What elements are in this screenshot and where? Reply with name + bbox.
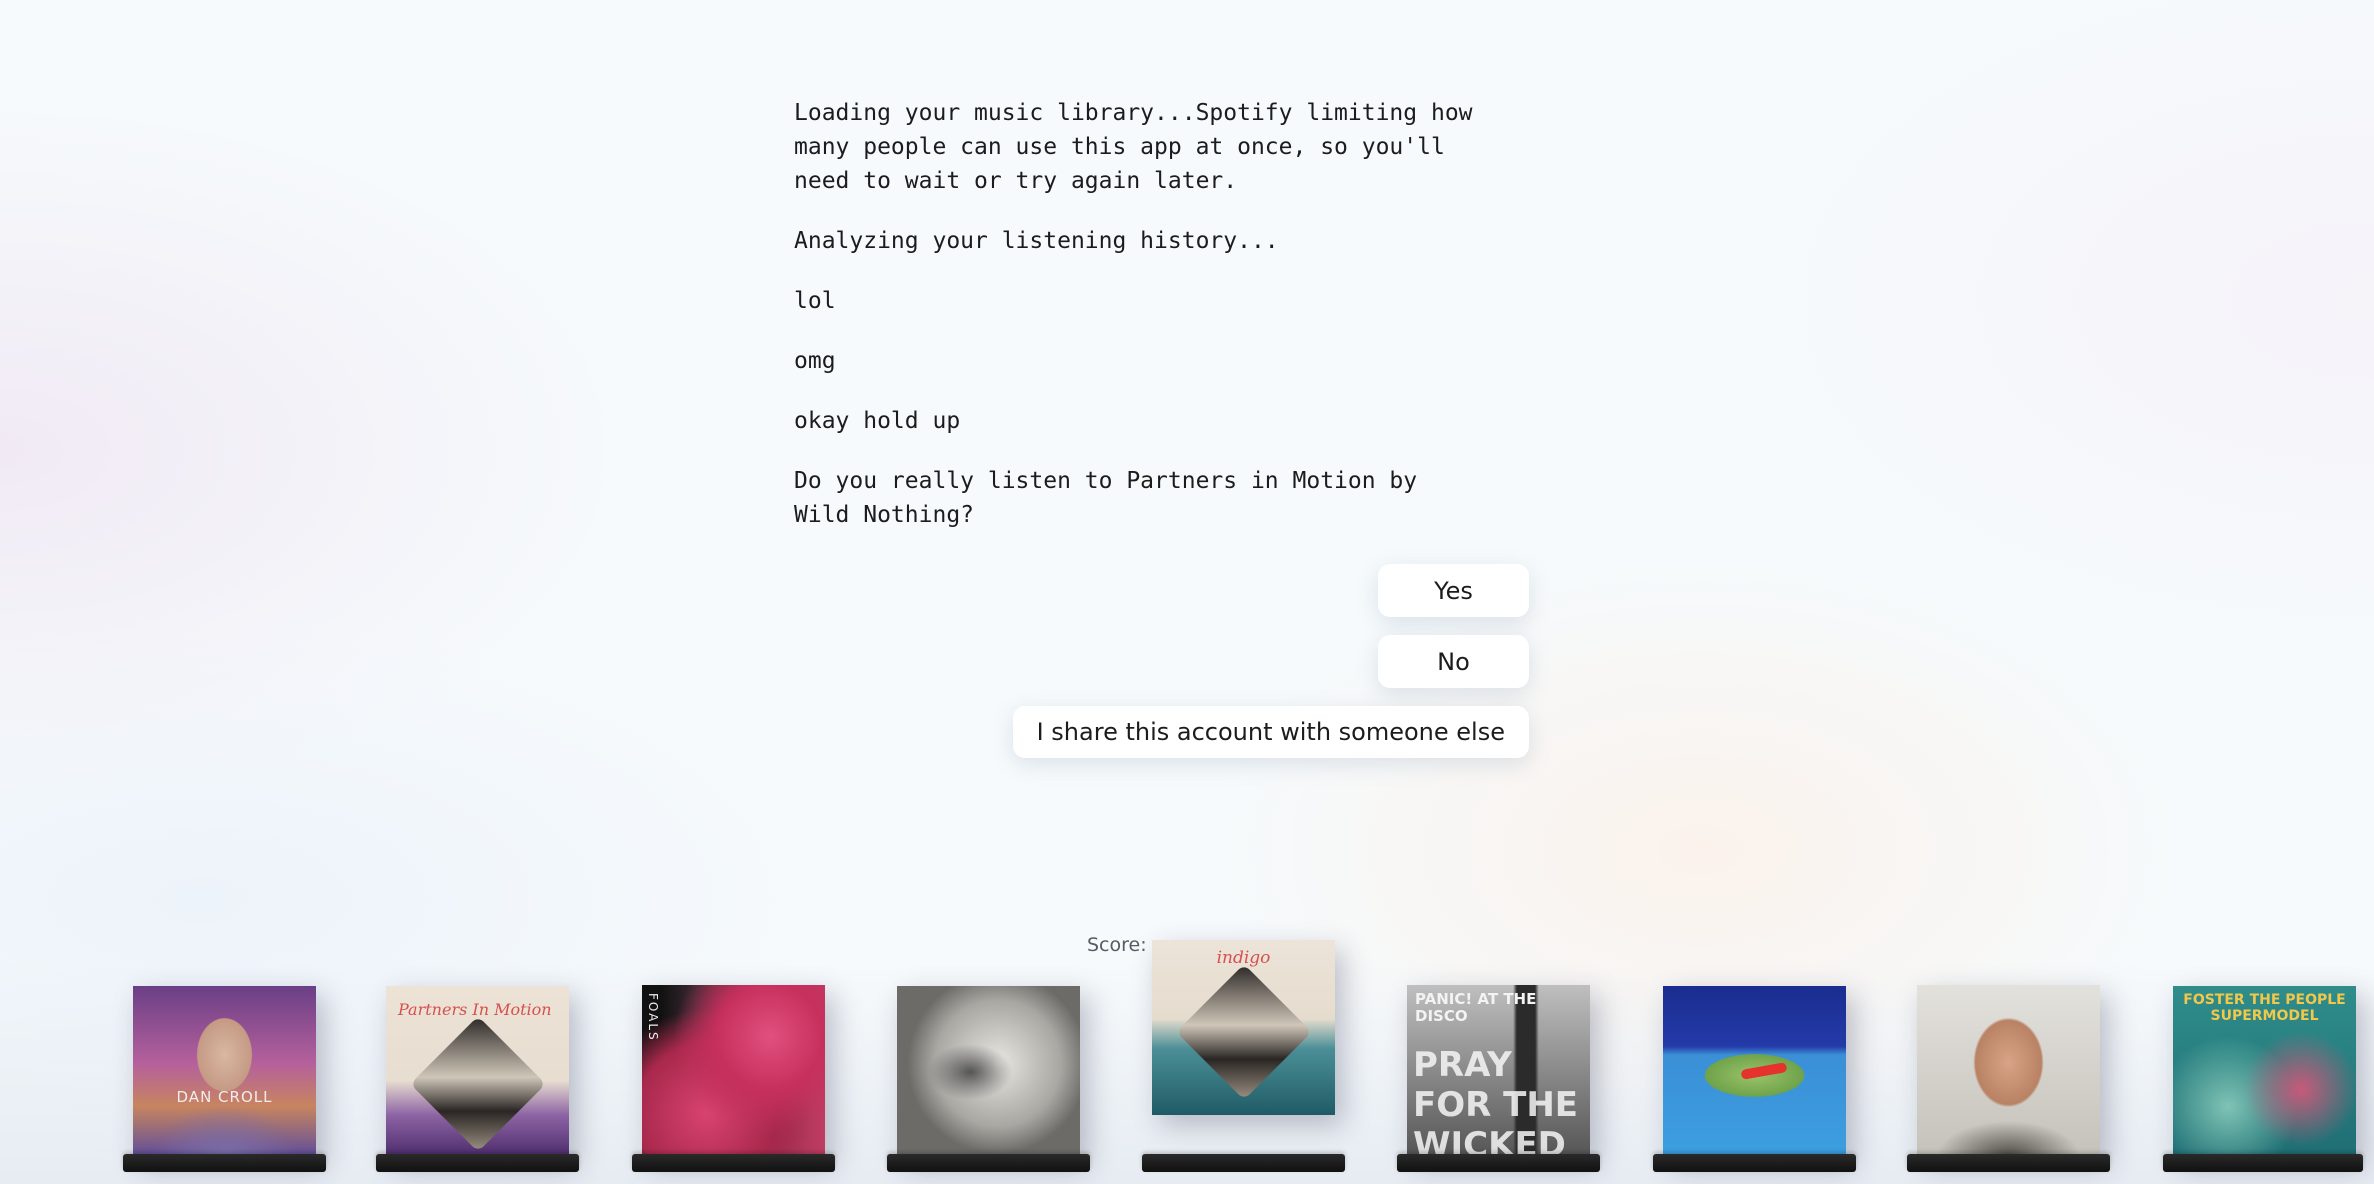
yes-button[interactable]: Yes bbox=[1378, 564, 1529, 617]
album-stand bbox=[376, 1154, 579, 1172]
album-cover-indigo[interactable]: indigo bbox=[1152, 940, 1335, 1115]
chat-message: okay hold up bbox=[794, 408, 961, 434]
chat-question: Do you really listen to Partners in Moti… bbox=[794, 468, 1431, 528]
album-cover-portrait[interactable] bbox=[1917, 985, 2100, 1157]
chat-message: lol bbox=[794, 288, 836, 314]
album-figure-graphic bbox=[1740, 1062, 1788, 1080]
album-stand bbox=[632, 1154, 835, 1172]
album-cover-text: FOALS bbox=[646, 993, 660, 1042]
score-label: Score: bbox=[1087, 934, 1147, 956]
shared-account-button[interactable]: I share this account with someone else bbox=[1012, 706, 1529, 758]
album-stand bbox=[1397, 1154, 1600, 1172]
album-cover-text: Partners In Motion bbox=[398, 1000, 552, 1019]
chat-message: Analyzing your listening history... bbox=[794, 228, 1279, 254]
chat-log: Loading your music library...Spotify lim… bbox=[794, 96, 1474, 558]
album-cover-text: PANIC! AT THE DISCO bbox=[1415, 990, 1537, 1025]
album-stand bbox=[123, 1154, 326, 1172]
album-cover-lily-pad[interactable] bbox=[1663, 986, 1846, 1158]
album-cover-text: indigo bbox=[1216, 948, 1271, 968]
album-cover-wild-nothing[interactable] bbox=[897, 986, 1080, 1158]
album-cover-partners-in-motion[interactable]: Partners In Motion bbox=[386, 986, 569, 1158]
album-stand bbox=[1653, 1154, 1856, 1172]
album-cover-text: PRAY FOR THE WICKED bbox=[1413, 1045, 1579, 1157]
album-cover-text: FOSTER THE PEOPLE SUPERMODEL bbox=[2183, 992, 2346, 1024]
album-stand bbox=[2163, 1154, 2363, 1172]
album-stand bbox=[1907, 1154, 2110, 1172]
album-stand bbox=[1142, 1154, 1345, 1172]
album-diamond-graphic bbox=[1176, 964, 1312, 1100]
album-cover-supermodel[interactable]: FOSTER THE PEOPLE SUPERMODEL bbox=[2173, 986, 2356, 1158]
album-diamond-graphic bbox=[410, 1016, 546, 1152]
album-cover-foals[interactable]: FOALS bbox=[642, 985, 825, 1157]
chat-message: omg bbox=[794, 348, 836, 374]
no-button[interactable]: No bbox=[1378, 635, 1529, 688]
album-cover-text: DAN CROLL bbox=[176, 1088, 273, 1106]
album-cover-pray-for-the-wicked[interactable]: PANIC! AT THE DISCO PRAY FOR THE WICKED bbox=[1407, 985, 1590, 1157]
album-cover-dan-croll[interactable]: DAN CROLL bbox=[133, 986, 316, 1158]
album-stand bbox=[887, 1154, 1090, 1172]
chat-message: Loading your music library...Spotify lim… bbox=[794, 100, 1487, 194]
answer-choices: Yes No I share this account with someone… bbox=[1012, 564, 1529, 758]
